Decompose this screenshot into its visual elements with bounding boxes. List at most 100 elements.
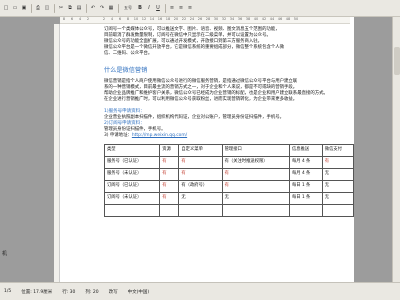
vertical-scrollbar[interactable] <box>392 17 400 282</box>
table-cell[interactable]: 无 <box>221 192 291 205</box>
table-cell[interactable] <box>103 204 161 217</box>
table-cell[interactable]: 无 <box>321 180 354 193</box>
toolbar-separator <box>54 3 55 13</box>
table-cell[interactable]: 有 <box>321 156 354 169</box>
cut-icon[interactable]: ✂ <box>57 4 65 12</box>
table-cell[interactable]: 有 <box>159 156 180 169</box>
table-cell[interactable]: 订阅号（已认证） <box>103 180 161 193</box>
status-position: 位置: 17.9厘米 <box>21 289 53 295</box>
toolbar-separator <box>118 3 119 13</box>
toolbar: □ ▭ ▣ ⎙ ◫ ✂ ⧉ ▤ ↶ ↷ ▦ 五号 B I U ≡ ≡ ≡ <box>0 0 400 17</box>
table-cell[interactable]: 有（关注时推送权限） <box>221 156 291 169</box>
align-center-icon[interactable]: ≡ <box>177 4 185 12</box>
table-cell[interactable] <box>159 204 180 217</box>
table-cell[interactable]: 有 <box>159 192 180 205</box>
preview-icon[interactable]: ◫ <box>43 4 51 12</box>
table-cell[interactable] <box>289 204 323 217</box>
ruler-tick: 50 <box>293 17 299 21</box>
ruler-tick: 12 <box>141 17 147 21</box>
status-mode[interactable]: 改写 <box>109 289 118 295</box>
table-header-row: 类型 资源 自定义菜单 管理接口 信息推送 微信支付 <box>103 144 354 157</box>
table-header-cell[interactable]: 信息推送 <box>289 144 323 157</box>
ruler-tick: 24 <box>189 17 195 21</box>
ruler-tick: 48 <box>285 17 291 21</box>
table-cell[interactable]: 有 <box>159 168 180 181</box>
ruler-tick: 46 <box>277 17 283 21</box>
table-icon[interactable]: ▦ <box>107 4 115 12</box>
table-cell[interactable]: 每月 4 条 <box>289 156 323 169</box>
ruler-tick: 34 <box>229 17 235 21</box>
table-cell[interactable]: 有（政府号） <box>178 180 223 193</box>
table-cell[interactable]: 订阅号（未认证） <box>103 192 161 205</box>
ruler-tick: 8 <box>62 17 66 21</box>
bold-icon[interactable]: B <box>136 4 144 12</box>
table-header-cell[interactable]: 资源 <box>159 144 180 157</box>
ruler-tick: 8 <box>126 17 130 21</box>
align-right-icon[interactable]: ≡ <box>186 4 194 12</box>
status-bar: 1/5 位置: 17.9厘米 行: 30 列: 20 改写 中文(中国) <box>0 282 400 300</box>
print-icon[interactable]: ⎙ <box>34 4 42 12</box>
table-cell[interactable]: 每月 4 条 <box>289 168 323 181</box>
table-cell[interactable]: 有 <box>178 156 223 169</box>
new-icon[interactable]: □ <box>2 4 10 12</box>
save-icon[interactable]: ▣ <box>20 4 28 12</box>
align-left-icon[interactable]: ≡ <box>168 4 176 12</box>
table-cell[interactable]: 每日 1 条 <box>289 192 323 205</box>
left-gutter <box>0 17 60 282</box>
table-header-cell[interactable]: 微信支付 <box>321 144 354 157</box>
status-column: 列: 20 <box>85 289 99 295</box>
table-cell[interactable]: 服务号（已认证） <box>103 156 161 169</box>
table-cell[interactable]: 有 <box>178 168 223 181</box>
open-icon[interactable]: ▭ <box>11 4 19 12</box>
table-cell[interactable] <box>321 204 354 217</box>
paste-icon[interactable]: ▤ <box>75 4 83 12</box>
ruler-tick: 10 <box>133 17 139 21</box>
toolbar-separator <box>31 3 32 13</box>
ruler-tick: 28 <box>205 17 211 21</box>
table-cell[interactable]: 有 <box>221 180 291 193</box>
table-cell[interactable]: 无 <box>321 192 354 205</box>
ruler-tick: 4 <box>110 17 114 21</box>
table-cell[interactable]: 无 <box>178 192 223 205</box>
ruler-tick: 2 <box>86 17 90 21</box>
ruler-tick: 2 <box>102 17 106 21</box>
ruler-tick: 6 <box>118 17 122 21</box>
redo-icon[interactable]: ↷ <box>98 4 106 12</box>
ruler-tick: 32 <box>221 17 227 21</box>
ruler-tick: 4 <box>78 17 82 21</box>
apply-address-label: 3) 申请地址： <box>104 133 132 138</box>
horizontal-ruler[interactable]: 8 6 4 2 2 4 6 8 10 12 14 16 18 20 22 24 26 28 30 32 34 36 38 40… <box>60 17 350 24</box>
ruler-tick: 40 <box>253 17 259 21</box>
table-header-cell[interactable]: 类型 <box>103 144 161 157</box>
document-page[interactable]: 订阅号一个类媒体公众号，可以推送文字、图片、语音、视频、图文消息五个范围的功能，… <box>60 24 354 282</box>
table-row: 订阅号（已认证） 有 有（政府号） 有 每日 1 条 无 <box>103 180 354 193</box>
table-cell[interactable]: 服务号（未认证） <box>103 168 161 181</box>
copy-icon[interactable]: ⧉ <box>66 4 74 12</box>
zoom-select[interactable]: 五号 <box>121 4 135 12</box>
table-cell[interactable]: 有 <box>159 180 180 193</box>
status-page: 1/5 <box>4 289 12 294</box>
comparison-table: 类型 资源 自定义菜单 管理接口 信息推送 微信支付 服务号（已认证） 有 有 … <box>103 144 354 217</box>
ruler-tick: 30 <box>213 17 219 21</box>
table-row: 订阅号（未认证） 有 无 无 每日 1 条 无 <box>103 192 354 205</box>
status-line: 行: 30 <box>62 289 76 295</box>
table-cell[interactable] <box>178 204 223 217</box>
underline-icon[interactable]: U <box>154 4 162 12</box>
table-header-cell[interactable]: 管理接口 <box>221 144 291 157</box>
table-cell[interactable]: 每日 1 条 <box>289 180 323 193</box>
italic-icon[interactable]: I <box>145 4 153 12</box>
ruler-tick: 22 <box>181 17 187 21</box>
ruler-tick: 26 <box>197 17 203 21</box>
ruler-tick: 36 <box>237 17 243 21</box>
toolbar-separator <box>165 3 166 13</box>
apply-address-link[interactable]: http://mp.weixin.qq.com/ <box>132 133 187 138</box>
table-cell[interactable] <box>221 204 291 217</box>
ruler-tick: 14 <box>149 17 155 21</box>
ruler-tick: 6 <box>70 17 74 21</box>
scrollbar-thumb[interactable] <box>394 47 400 75</box>
table-cell[interactable]: 无 <box>321 168 354 181</box>
sidebar-text: 机 <box>2 251 8 257</box>
undo-icon[interactable]: ↶ <box>89 4 97 12</box>
table-header-cell[interactable]: 自定义菜单 <box>178 144 223 157</box>
table-cell[interactable]: 有 <box>221 168 291 181</box>
